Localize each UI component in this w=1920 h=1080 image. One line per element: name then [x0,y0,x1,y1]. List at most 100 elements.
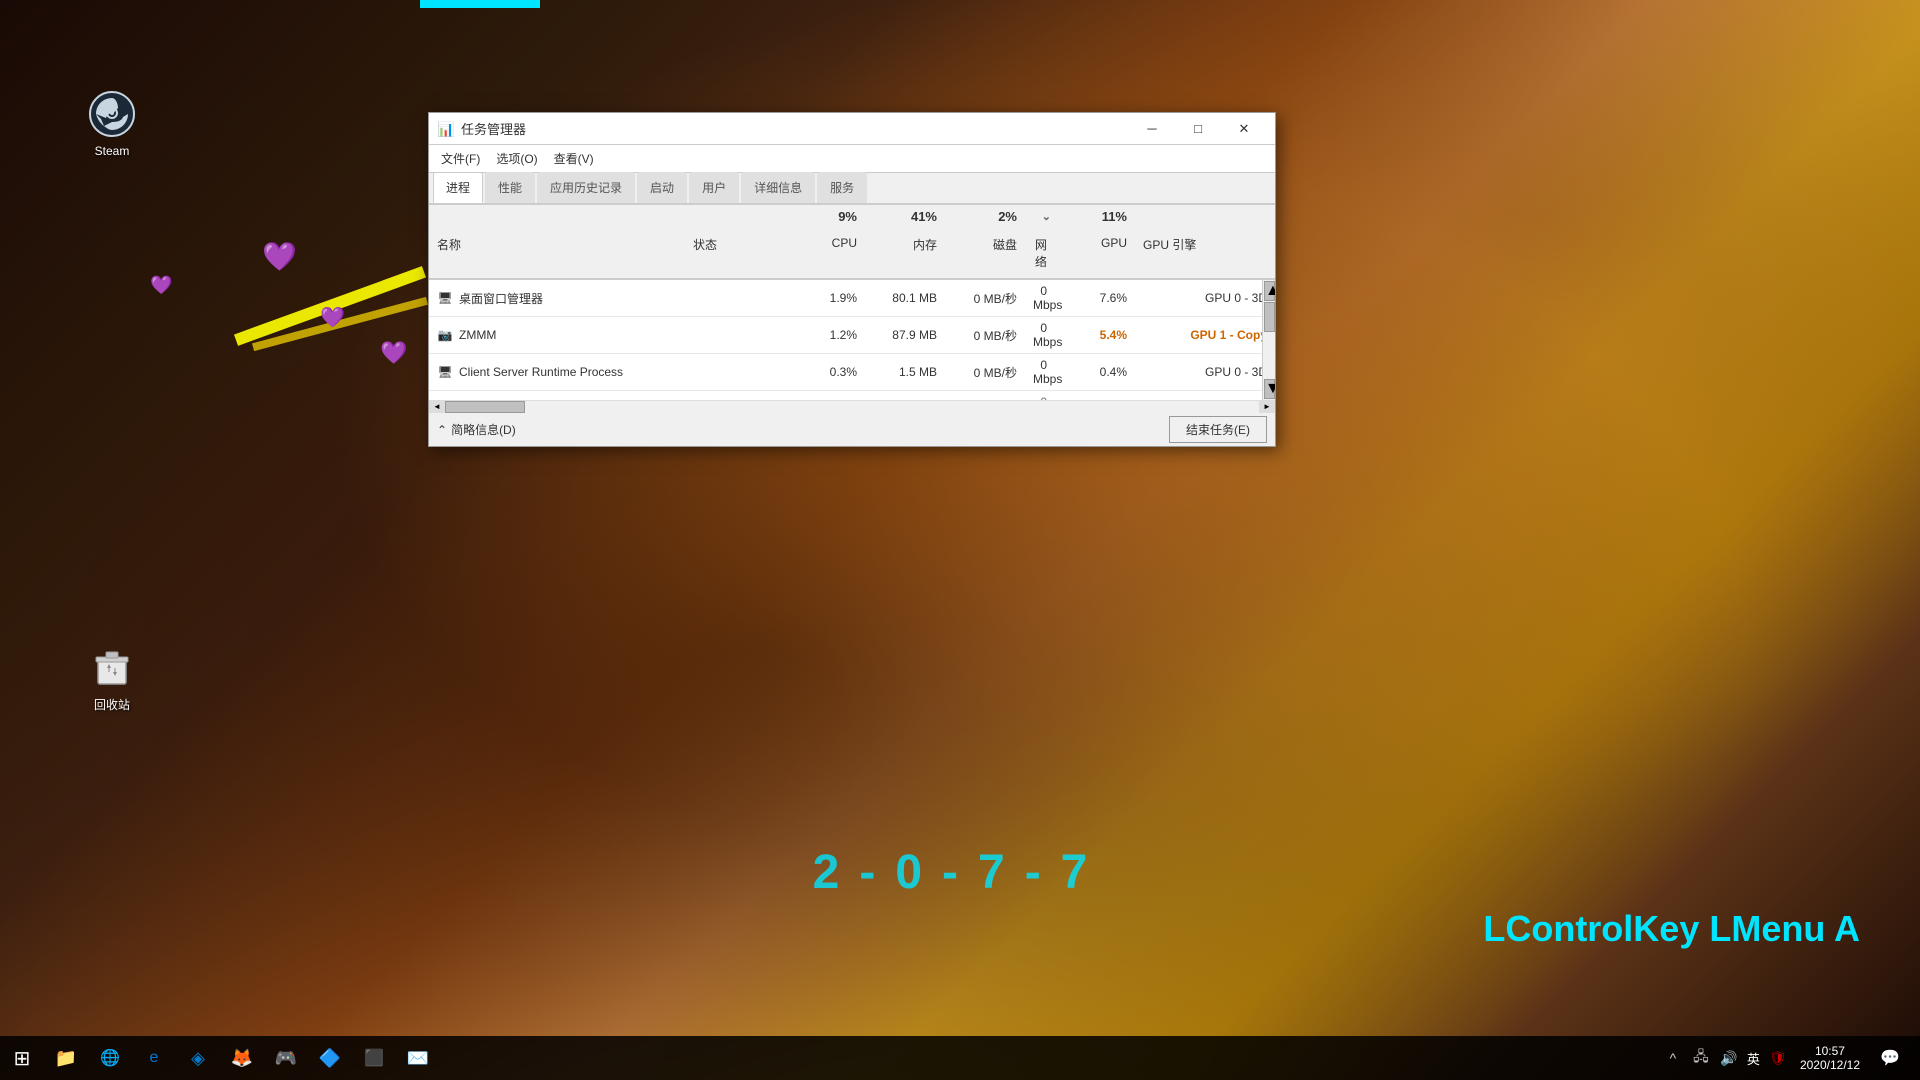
process-cpu-1: 1.2% [785,324,865,346]
notification-button[interactable]: 💬 [1868,1036,1912,1080]
taskbar-icon-steam[interactable]: 🎮 [264,1036,308,1080]
col-name[interactable]: 名称 [429,232,685,274]
menu-file[interactable]: 文件(F) [433,146,488,171]
scroll-down-arrow[interactable]: ▼ [1264,379,1275,399]
tab-bar: 进程 性能 应用历史记录 启动 用户 详细信息 服务 [429,173,1275,205]
end-task-button[interactable]: 结束任务(E) [1169,416,1267,443]
tray-language[interactable]: 英 [1743,1049,1764,1068]
taskbar-icon-vscode[interactable]: ◈ [176,1036,220,1080]
close-button[interactable]: ✕ [1221,113,1267,145]
col-gpu[interactable]: GPU [1055,232,1135,274]
menu-view[interactable]: 查看(V) [546,146,602,171]
desktop: 💜 💜 💜 💜 2-0-7-7 LControlKey LMenu A Stea… [0,0,1920,1080]
chevron-up-icon: ⌃ [437,423,447,437]
col-status[interactable]: 状态 [685,232,785,274]
taskbar-icon-msedge2[interactable]: 🔷 [308,1036,352,1080]
tray-volume[interactable]: 🔊 [1715,1036,1743,1080]
start-button[interactable]: ⊞ [0,1036,44,1080]
taskbar-icon-edge[interactable]: e [132,1036,176,1080]
process-disk-0: 0 MB/秒 [945,286,1025,311]
table-row[interactable]: 🖥 桌面窗口管理器 1.9% 80.1 MB 0 MB/秒 0 Mbps 7.6… [429,280,1275,317]
steam-taskbar-icon: 🎮 [275,1048,297,1069]
tray-clock[interactable]: 10:57 2020/12/12 [1792,1044,1868,1072]
window-title: 任务管理器 [461,119,1129,138]
gpu-engine-spacer [1135,207,1275,226]
process-gpu-1: 5.4% [1055,324,1135,346]
cyan-accent-bar [420,0,540,8]
scroll-track[interactable] [445,401,1259,413]
process-gpu-engine-2: GPU 0 - 3D [1135,361,1275,383]
recycle-label: 回收站 [94,696,130,713]
desktop-icon-recycle[interactable]: 回收站 [72,640,152,713]
col-network[interactable]: 网络 [1025,232,1055,274]
vertical-scrollbar[interactable]: ▲ ▼ [1262,280,1275,400]
tab-startup[interactable]: 启动 [637,172,687,203]
recycle-svg [88,642,136,690]
table-row[interactable]: 📷 ZMMM 1.2% 87.9 MB 0 MB/秒 0 Mbps 5.4% G… [429,317,1275,354]
process-memory-2: 1.5 MB [865,361,945,383]
stats-row: 9% 41% 2% ⌄ 11% [429,205,1275,228]
process-gpu-engine-1: GPU 1 - Copy [1135,324,1275,346]
process-network-1: 0 Mbps [1025,317,1055,353]
scroll-up-arrow[interactable]: ▲ [1264,281,1275,301]
desktop-icon-steam[interactable]: Steam [72,88,152,158]
process-name-1: 📷 ZMMM [429,323,685,347]
column-headers: 名称 状态 CPU 内存 磁盘 网络 GPU GPU 引擎 [429,228,1275,279]
process-gpu-2: 0.4% [1055,361,1135,383]
tab-details[interactable]: 详细信息 [741,172,815,203]
process-network-3: 0 Mbps [1025,391,1055,400]
windows-icon: ⊞ [14,1046,31,1071]
taskbar-icon-unity[interactable]: ⬛ [352,1036,396,1080]
tray-network[interactable]: 🖧 [1687,1036,1715,1080]
col-disk[interactable]: 磁盘 [945,232,1025,274]
scroll-thumb[interactable] [1264,302,1275,332]
tab-services[interactable]: 服务 [817,172,867,203]
process-gpu-0: 7.6% [1055,287,1135,309]
menu-options[interactable]: 选项(O) [488,146,545,171]
process-disk-2: 0 MB/秒 [945,360,1025,385]
heart-decoration-2: 💜 [320,305,345,330]
scroll-right-arrow[interactable]: ► [1259,401,1275,413]
taskbar-icon-firefox[interactable]: 🦊 [220,1036,264,1080]
process-memory-1: 87.9 MB [865,324,945,346]
heart-decoration-1: 💜 [262,240,297,273]
table-row[interactable]: 🖥 System 0% 0.1 MB 0.1 MB/秒 0 Mbps 0.1% … [429,391,1275,400]
process-cpu-2: 0.3% [785,361,865,383]
taskbar-icon-chrome[interactable]: 🌐 [88,1036,132,1080]
menu-bar: 文件(F) 选项(O) 查看(V) [429,145,1275,173]
maximize-button[interactable]: □ [1175,113,1221,145]
name-spacer [429,207,685,226]
tab-performance[interactable]: 性能 [485,172,535,203]
scroll-left-arrow[interactable]: ◄ [429,401,445,413]
col-memory[interactable]: 内存 [865,232,945,274]
process-status-0 [685,294,785,302]
process-list[interactable]: 🖥 桌面窗口管理器 1.9% 80.1 MB 0 MB/秒 0 Mbps 7.6… [429,280,1275,400]
tab-processes[interactable]: 进程 [433,172,483,203]
tray-show-hidden[interactable]: ^ [1659,1036,1687,1080]
steam-icon [86,88,138,140]
horizontal-scrollbar[interactable]: ◄ ► [429,400,1275,412]
process-status-1 [685,331,785,339]
tray-antivirus[interactable]: 🛡 [1764,1036,1792,1080]
process-status-2 [685,368,785,376]
bottom-bar: ⌃ 简略信息(D) 结束任务(E) [429,412,1275,446]
process-disk-1: 0 MB/秒 [945,323,1025,348]
collapse-label: 简略信息(D) [451,421,516,438]
col-cpu[interactable]: CPU [785,232,865,274]
chrome-icon: 🌐 [100,1048,120,1068]
collapse-button[interactable]: ⌃ 简略信息(D) [437,421,516,438]
minimize-button[interactable]: ─ [1129,113,1175,145]
h-scroll-thumb[interactable] [445,401,525,413]
system-tray: ^ 🖧 🔊 英 🛡 10:57 2020/12/12 💬 [1651,1036,1920,1080]
tab-users[interactable]: 用户 [689,172,739,203]
clock-time: 10:57 [1815,1044,1845,1058]
taskbar-icon-mail[interactable]: ✉️ [396,1036,440,1080]
key-text: LControlKey LMenu A [1483,908,1860,950]
col-gpu-engine[interactable]: GPU 引擎 [1135,232,1275,274]
taskbar-icons: 📁 🌐 e ◈ 🦊 🎮 🔷 ⬛ ✉️ [44,1036,1651,1080]
edge-icon: e [150,1049,159,1067]
taskbar-icon-explorer[interactable]: 📁 [44,1036,88,1080]
table-row[interactable]: 🖥 Client Server Runtime Process 0.3% 1.5… [429,354,1275,391]
explorer-icon: 📁 [55,1048,77,1069]
tab-app-history[interactable]: 应用历史记录 [537,172,635,203]
